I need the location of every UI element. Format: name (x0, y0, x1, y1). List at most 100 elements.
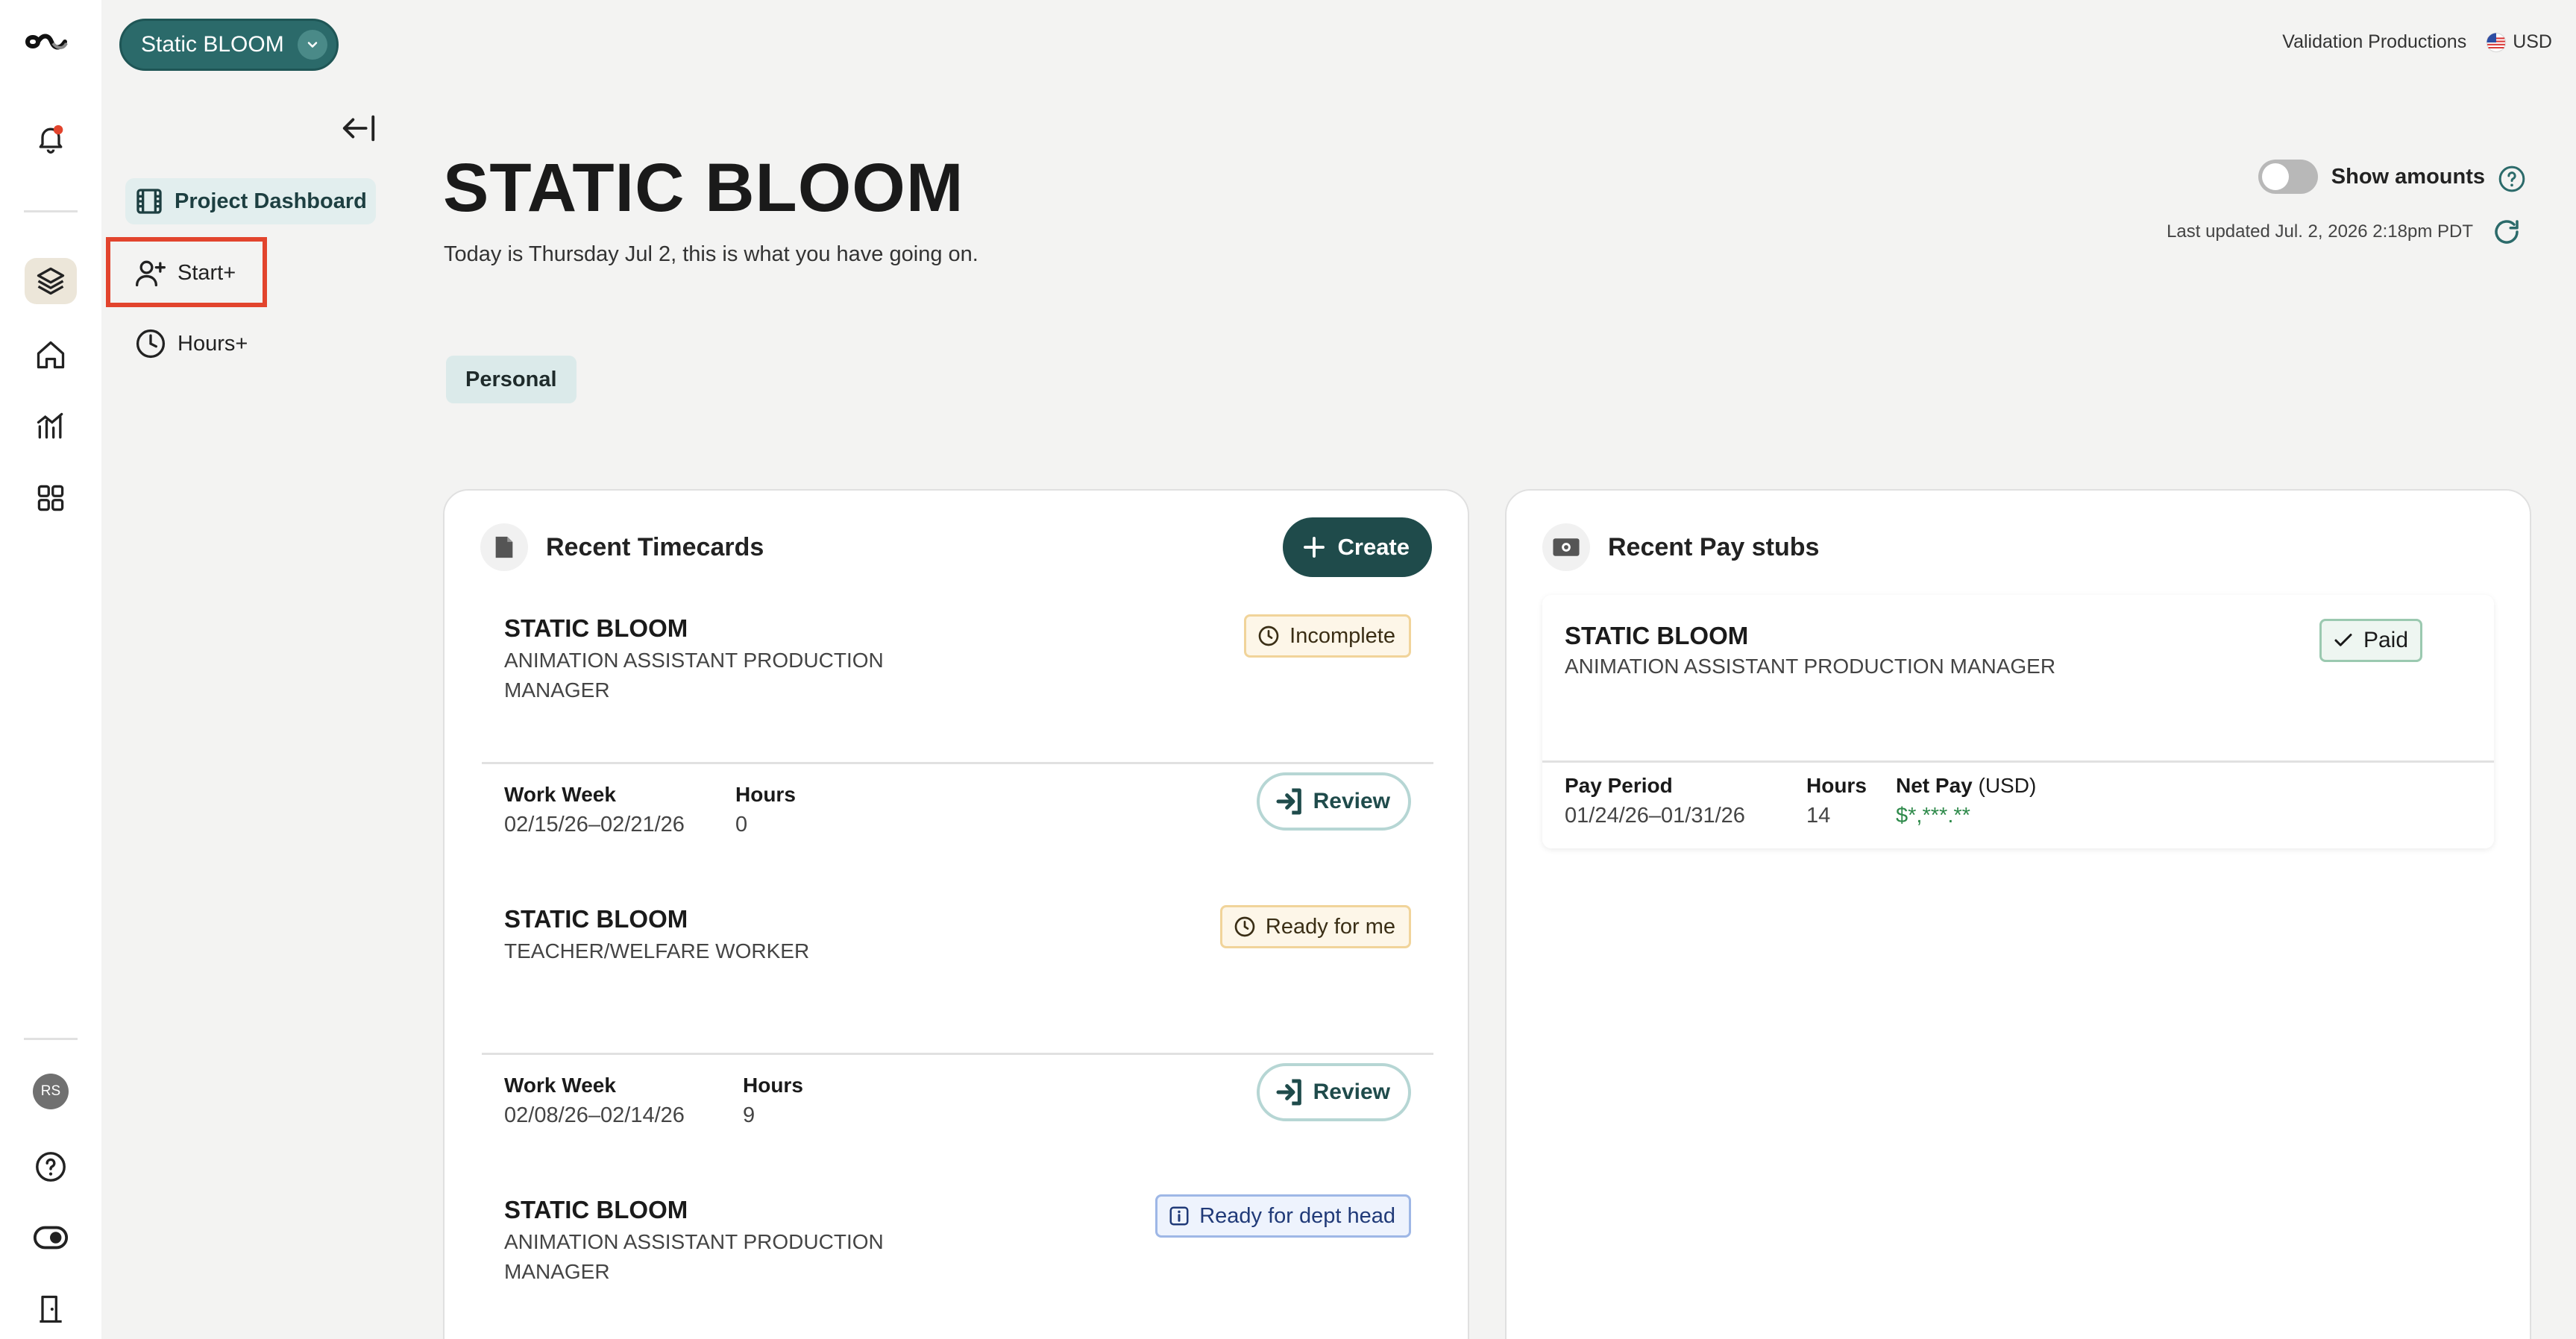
chart-icon (37, 412, 63, 439)
sign-in-icon (1276, 788, 1301, 815)
hours-value: 9 (743, 1103, 755, 1127)
review-button[interactable]: Review (1256, 1063, 1411, 1121)
toggle-icon (33, 1226, 69, 1250)
review-label: Review (1313, 789, 1390, 813)
timecard-project: STATIC BLOOM (504, 614, 688, 642)
net-pay-label-text: Net Pay (1896, 774, 1973, 797)
home-icon (37, 341, 65, 369)
avatar: RS (33, 1074, 69, 1109)
nav-item-label: Project Dashboard (175, 189, 367, 213)
project-selector[interactable]: Static BLOOM (119, 19, 339, 71)
page-subtitle: Today is Thursday Jul 2, this is what yo… (444, 242, 978, 266)
help-circle-icon (2498, 166, 2525, 192)
timecard-item[interactable]: STATIC BLOOM TEACHER/WELFARE WORKER Read… (482, 905, 1433, 1173)
rail-help-button[interactable] (0, 1150, 101, 1184)
timecard-role: TEACHER/WELFARE WORKER (504, 939, 810, 962)
last-updated-row: Last updated Jul. 2, 2026 2:18pm PDT (2167, 216, 2522, 248)
status-label: Ready for dept head (1199, 1203, 1395, 1228)
check-icon (2334, 634, 2352, 646)
review-button[interactable]: Review (1256, 772, 1411, 831)
sign-in-icon (1276, 1079, 1301, 1106)
company-name[interactable]: Validation Productions (2282, 31, 2466, 53)
paystub-item[interactable]: STATIC BLOOM ANIMATION ASSISTANT PRODUCT… (1542, 595, 2494, 848)
rail-theme-toggle[interactable] (0, 1223, 101, 1253)
help-icon (36, 1152, 66, 1182)
status-label: Paid (2363, 628, 2408, 652)
recent-paystubs-card: Recent Pay stubs STATIC BLOOM ANIMATION … (1505, 489, 2531, 1339)
film-icon (136, 189, 162, 214)
hours-label: Hours (743, 1074, 803, 1097)
nav-item-label: Hours+ (178, 331, 248, 356)
currency-label: USD (2513, 31, 2552, 52)
card-header: Recent Pay stubs (1542, 523, 1819, 571)
nav-item-project-dashboard[interactable]: Project Dashboard (125, 178, 376, 224)
rail-home-button[interactable] (0, 338, 101, 371)
status-badge: Paid (2319, 619, 2422, 662)
divider (1542, 760, 2494, 763)
show-amounts-control: Show amounts (2258, 160, 2485, 194)
divider (482, 762, 1433, 764)
project-selector-label: Static BLOOM (141, 32, 284, 57)
notifications-button[interactable] (0, 122, 101, 155)
hours-label: Hours (735, 783, 796, 806)
timecard-item[interactable]: STATIC BLOOM ANIMATION ASSISTANT PRODUCT… (482, 1194, 1433, 1339)
work-week-label: Work Week (504, 783, 616, 806)
status-label: Ready for me (1265, 914, 1395, 939)
user-avatar-button[interactable]: RS (0, 1074, 101, 1109)
card-title: Recent Timecards (546, 532, 764, 561)
recent-timecards-card: Recent Timecards Create STATIC BLOOM ANI… (443, 489, 1469, 1339)
paystub-project: STATIC BLOOM (1565, 622, 1749, 649)
refresh-button[interactable] (2491, 216, 2522, 248)
work-week-value: 02/08/26–02/14/26 (504, 1103, 685, 1127)
door-icon (40, 1295, 62, 1323)
show-amounts-toggle[interactable] (2258, 160, 2318, 194)
status-badge: Ready for dept head (1155, 1194, 1411, 1238)
rail-divider (24, 1038, 78, 1040)
rail-analytics-button[interactable] (0, 410, 101, 443)
bell-icon (39, 125, 63, 154)
focus-highlight-box (106, 237, 267, 307)
timecard-role: ANIMATION ASSISTANT PRODUCTION MANAGER (504, 1230, 884, 1283)
toggle-knob (2261, 163, 2289, 190)
grid-icon (37, 485, 64, 511)
nav-item-hours[interactable]: Hours+ (125, 321, 257, 367)
info-icon (1169, 1206, 1189, 1226)
timecard-item[interactable]: STATIC BLOOM ANIMATION ASSISTANT PRODUCT… (482, 614, 1433, 883)
hours-value: 0 (735, 813, 748, 837)
net-pay-currency: (USD) (1978, 774, 2037, 797)
logo-icon (25, 34, 68, 50)
timecard-project: STATIC BLOOM (504, 1196, 688, 1223)
filter-chip-personal[interactable]: Personal (446, 356, 577, 403)
card-title: Recent Pay stubs (1608, 532, 1820, 561)
net-pay-label: Net Pay (USD) (1896, 774, 2036, 798)
work-week-label: Work Week (504, 1074, 616, 1097)
clock-icon (1258, 626, 1279, 646)
chevron-down-icon (297, 30, 327, 60)
pay-period-label: Pay Period (1565, 774, 1673, 797)
card-header: Recent Timecards (480, 523, 764, 571)
rail-active-indicator (25, 258, 77, 304)
status-badge: Incomplete (1244, 614, 1411, 658)
rail-projects-button[interactable] (0, 258, 101, 304)
refresh-icon (2495, 220, 2519, 244)
app-logo[interactable] (0, 27, 101, 57)
plus-icon (1303, 537, 1325, 558)
create-button-label: Create (1337, 534, 1410, 560)
timecard-project: STATIC BLOOM (504, 905, 688, 933)
pay-period-value: 01/24/26–01/31/26 (1565, 804, 1745, 828)
rail-divider (24, 210, 78, 212)
clock-icon (1234, 916, 1255, 937)
show-amounts-help-button[interactable] (2497, 164, 2527, 194)
topbar-right: Validation Productions USD (2282, 31, 2552, 53)
paystub-role: ANIMATION ASSISTANT PRODUCTION MANAGER (1565, 655, 2056, 678)
document-icon (480, 523, 528, 571)
status-label: Incomplete (1289, 623, 1395, 648)
money-icon (1542, 523, 1590, 571)
create-timecard-button[interactable]: Create (1282, 517, 1432, 577)
work-week-value: 02/15/26–02/21/26 (504, 813, 685, 837)
rail-apps-button[interactable] (0, 482, 101, 514)
currency-selector[interactable]: USD (2486, 31, 2552, 53)
collapse-sidebar-button[interactable] (340, 112, 377, 145)
icon-rail: RS (0, 0, 101, 1339)
rail-logout-button[interactable] (0, 1293, 101, 1326)
